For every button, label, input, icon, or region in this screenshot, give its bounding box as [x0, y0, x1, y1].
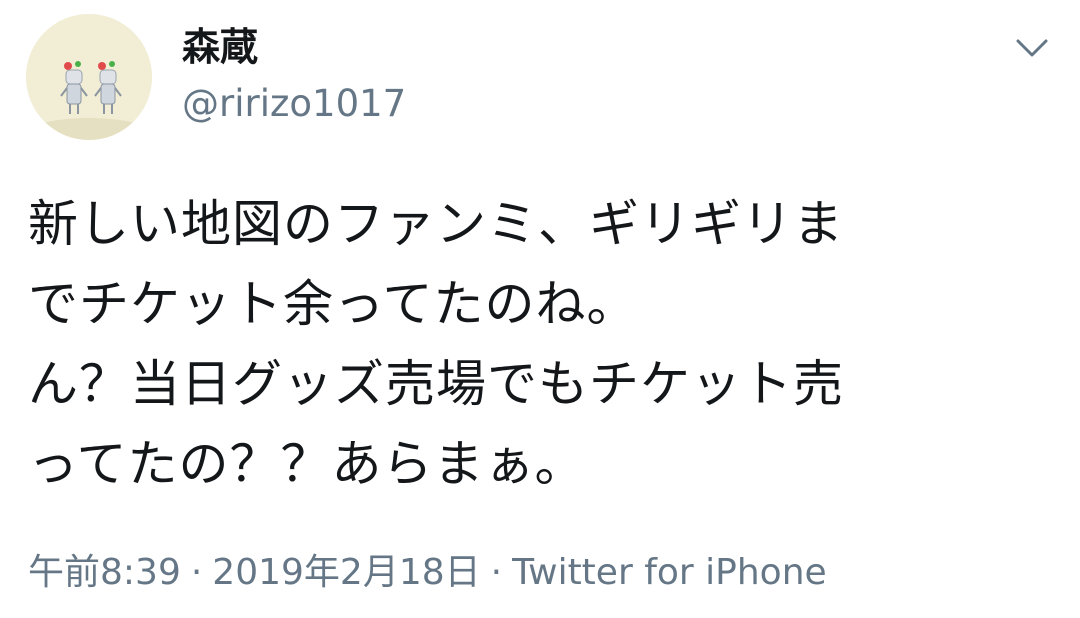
tweet-card: 森蔵 @ririzo1017 新しい地図のファンミ、ギリギリま でチケット余って… [0, 0, 1080, 618]
tweet-text-line: 新しい地図のファンミ、ギリギリま [28, 195, 844, 253]
avatar[interactable] [26, 14, 152, 140]
user-handle[interactable]: @ririzo1017 [182, 80, 406, 128]
tweet-menu-button[interactable] [1010, 26, 1054, 70]
tweet-date[interactable]: 2019年2月18日 [212, 552, 480, 593]
avatar-image-icon [26, 14, 152, 140]
meta-separator: · [190, 552, 203, 593]
tweet-text-line: でチケット余ってたのね。 [28, 275, 638, 333]
chevron-down-icon [1016, 39, 1048, 57]
tweet-text-line: ん？当日グッズ売場でもチケット売 [28, 355, 844, 413]
tweet-time[interactable]: 午前8:39 [28, 552, 181, 593]
meta-separator: · [490, 552, 503, 593]
display-name[interactable]: 森蔵 [182, 22, 258, 72]
tweet-text-line: ってたの？？あらまぁ。 [28, 435, 586, 493]
tweet-metadata: 午前8:39 · 2019年2月18日 · Twitter for iPhone [28, 548, 827, 598]
tweet-text: 新しい地図のファンミ、ギリギリま でチケット余ってたのね。 ん？当日グッズ売場で… [28, 184, 1048, 504]
tweet-source-link[interactable]: Twitter for iPhone [512, 552, 827, 593]
